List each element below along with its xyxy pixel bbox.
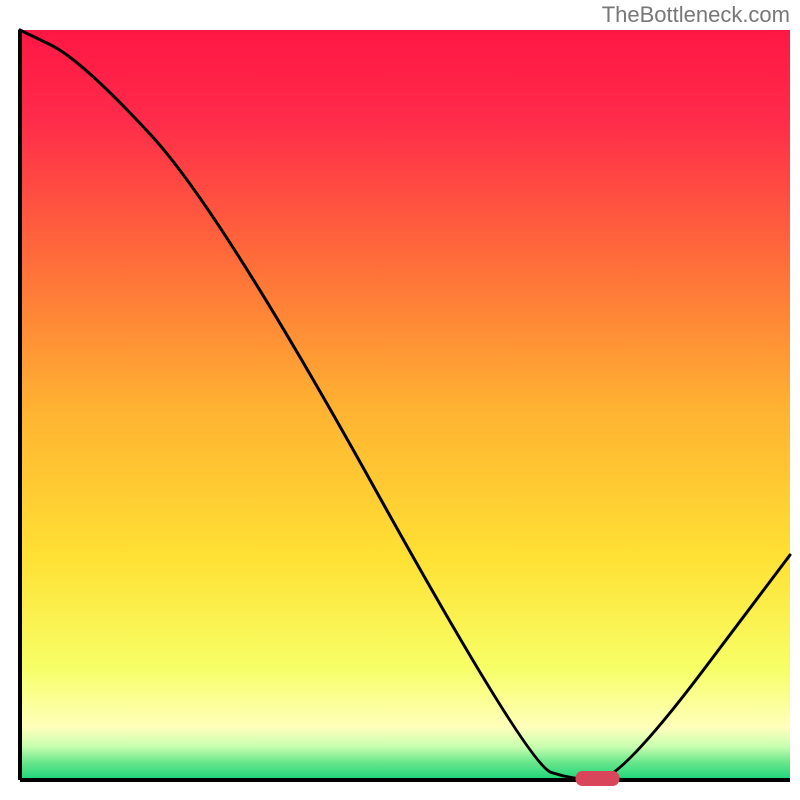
chart-svg	[0, 0, 800, 800]
plot-background	[20, 30, 790, 780]
bottleneck-chart: TheBottleneck.com	[0, 0, 800, 800]
attribution-label: TheBottleneck.com	[602, 2, 790, 28]
optimal-marker	[576, 771, 620, 786]
